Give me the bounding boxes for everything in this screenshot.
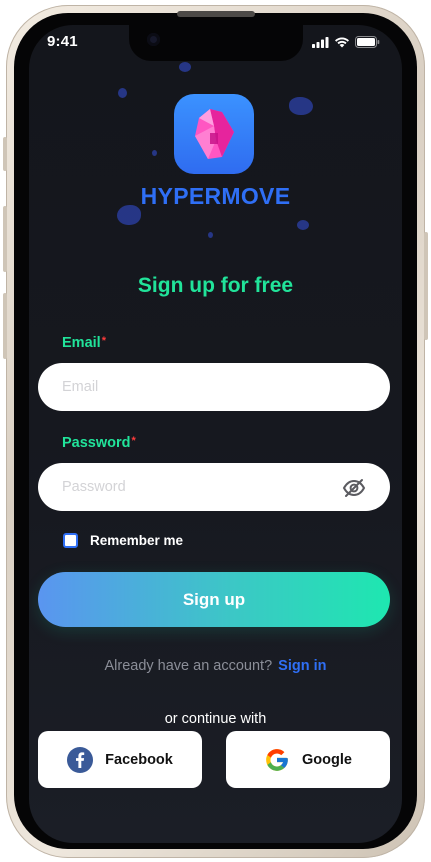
decorative-blob — [152, 150, 157, 156]
decorative-blob — [297, 220, 309, 230]
email-field[interactable] — [38, 363, 390, 411]
sign-in-link[interactable]: Sign in — [278, 658, 326, 674]
speaker-grille — [177, 11, 255, 17]
wifi-icon — [335, 37, 349, 47]
front-camera — [147, 33, 160, 46]
battery-icon — [355, 36, 380, 48]
required-marker: * — [101, 335, 106, 347]
side-button — [3, 293, 7, 359]
remember-me-label[interactable]: Remember me — [90, 533, 183, 548]
decorative-blob — [208, 232, 213, 238]
email-label: Email* — [62, 335, 106, 351]
signal-icon — [312, 36, 329, 48]
facebook-label: Facebook — [105, 751, 173, 768]
google-label: Google — [302, 751, 352, 768]
side-button — [3, 137, 7, 171]
account-prompt: Already have an account? Sign in — [29, 658, 402, 674]
required-marker: * — [131, 435, 136, 447]
brand-name: HYPERMOVE — [140, 183, 291, 209]
decorative-blob — [118, 88, 127, 98]
facebook-icon — [67, 746, 94, 773]
google-button[interactable]: Google — [226, 731, 390, 788]
facebook-button[interactable]: Facebook — [38, 731, 202, 788]
side-button — [3, 206, 7, 272]
account-prompt-text: Already have an account? — [104, 658, 273, 674]
sign-up-button[interactable]: Sign up — [38, 572, 390, 627]
status-time: 9:41 — [47, 33, 78, 50]
decorative-blob — [289, 97, 313, 115]
decorative-blob — [179, 62, 191, 72]
remember-me-checkbox[interactable] — [63, 533, 78, 548]
side-button — [424, 232, 428, 340]
eye-off-icon[interactable] — [342, 476, 366, 500]
google-icon — [266, 748, 288, 771]
page-title: Sign up for free — [137, 274, 294, 297]
app-screen: 9:41 HYPERMOVE Sign up for free Email* E… — [29, 25, 402, 843]
social-heading: or continue with — [164, 711, 267, 727]
password-field[interactable] — [38, 463, 390, 511]
password-label-text: Password — [62, 435, 131, 451]
password-label: Password* — [62, 435, 136, 451]
status-icons — [312, 36, 380, 48]
email-label-text: Email — [62, 335, 101, 351]
gem-icon — [195, 109, 234, 159]
app-logo — [174, 94, 254, 174]
